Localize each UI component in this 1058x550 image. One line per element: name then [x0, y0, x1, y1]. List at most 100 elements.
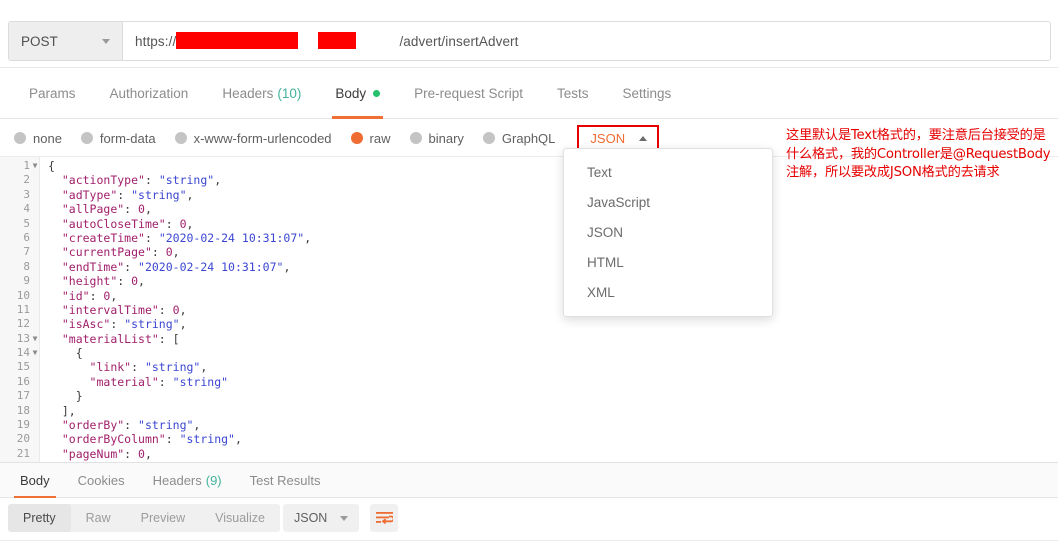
- fold-arrow-icon[interactable]: ▼: [30, 159, 40, 173]
- response-view-pretty[interactable]: Pretty: [8, 504, 71, 532]
- line-number: 14: [16, 346, 30, 360]
- http-method-select[interactable]: POST: [9, 22, 123, 60]
- body-type-radio-binary[interactable]: binary: [409, 131, 464, 146]
- raw-format-dropdown-menu[interactable]: Text JavaScript JSON HTML XML: [563, 148, 773, 317]
- line-number: 2: [23, 173, 30, 187]
- response-body-area: [0, 540, 1058, 550]
- code-text: {: [48, 159, 55, 173]
- code-line: 17 }: [0, 389, 1058, 403]
- code-text: "intervalTime": 0,: [61, 302, 187, 317]
- code-line: 15 "link": "string",: [0, 360, 1058, 374]
- request-tab-body[interactable]: Body: [318, 68, 397, 119]
- fold-arrow-icon[interactable]: ▼: [30, 346, 40, 360]
- code-text: ],: [61, 403, 76, 418]
- line-number: 7: [23, 245, 30, 259]
- code-line: 6 "createTime": "2020-02-24 10:31:07",: [0, 231, 1058, 245]
- request-tab-tests[interactable]: Tests: [540, 68, 606, 119]
- code-text: "pageNum": 0,: [61, 446, 152, 461]
- response-tab-headers[interactable]: Headers (9): [139, 463, 236, 498]
- response-view-visualize[interactable]: Visualize: [200, 504, 280, 532]
- wrap-lines-button[interactable]: [370, 504, 398, 532]
- code-text: "createTime": "2020-02-24 10:31:07",: [61, 230, 312, 245]
- body-type-radio-graphql[interactable]: GraphQL: [482, 131, 555, 146]
- body-type-label: none: [33, 130, 62, 146]
- code-line: 20 "orderByColumn": "string",: [0, 432, 1058, 446]
- request-tab-label: Authorization: [109, 86, 189, 101]
- format-option-json[interactable]: JSON: [564, 217, 772, 247]
- code-line: 12 "isAsc": "string",: [0, 317, 1058, 331]
- code-text: "actionType": "string",: [61, 173, 222, 188]
- request-tab-params[interactable]: Params: [12, 68, 93, 119]
- code-text: "allPage": 0,: [61, 202, 152, 217]
- chevron-down-icon: [102, 38, 110, 44]
- code-text: }: [75, 389, 83, 404]
- body-type-radio-x-www-form-urlencoded[interactable]: x-www-form-urlencoded: [174, 131, 332, 146]
- format-option-text[interactable]: Text: [564, 157, 772, 187]
- response-tab-cookies[interactable]: Cookies: [64, 463, 139, 498]
- code-text: "currentPage": 0,: [61, 245, 180, 260]
- line-number: 20: [16, 432, 30, 446]
- format-option-javascript[interactable]: JavaScript: [564, 187, 772, 217]
- code-line: 13 ▼ "materialList": [: [0, 332, 1058, 346]
- body-type-label: raw: [369, 130, 391, 146]
- response-view-raw[interactable]: Raw: [71, 504, 126, 532]
- response-view-preview[interactable]: Preview: [126, 504, 200, 532]
- response-controls: PrettyRawPreviewVisualize JSON https://b…: [0, 498, 1058, 540]
- url-input[interactable]: https://dAAAAAAAAAAAAAAAAAm:AAAAA/advert…: [123, 22, 1050, 60]
- body-modified-dot-icon: [373, 90, 381, 97]
- code-line: 9 "height": 0,: [0, 274, 1058, 288]
- response-view-mode-group: Pretty Raw Preview Visualize: [8, 504, 280, 532]
- editor-code[interactable]: 1 ▼{2 "actionType": "string", 3 "adType": …: [0, 159, 1058, 462]
- response-tab-label: Body: [20, 473, 50, 488]
- request-body-editor[interactable]: 1 ▼{2 "actionType": "string", 3 "adType": …: [0, 157, 1058, 462]
- line-number: 15: [16, 360, 30, 374]
- request-tab-pre-request-script[interactable]: Pre-request Script: [397, 68, 540, 119]
- request-tab-authorization[interactable]: Authorization: [93, 68, 206, 119]
- radio-icon: [409, 132, 422, 144]
- code-line: 10 "id": 0,: [0, 289, 1058, 303]
- body-type-radio-raw[interactable]: raw: [350, 130, 391, 146]
- request-tab-bar: Params Authorization Headers (10) Body Pre-re…: [0, 68, 1058, 119]
- response-tab-test-results[interactable]: Test Results: [236, 463, 335, 498]
- body-type-radio-form-data[interactable]: form-data: [80, 131, 156, 146]
- line-number: 17: [16, 389, 30, 403]
- body-type-radio-none[interactable]: none: [14, 131, 62, 146]
- line-number: 5: [23, 216, 30, 230]
- code-text: "isAsc": "string",: [61, 317, 187, 332]
- code-text: "id": 0,: [61, 288, 118, 303]
- code-text: "height": 0,: [61, 274, 145, 289]
- format-option-xml[interactable]: XML: [564, 277, 772, 307]
- response-tab-body[interactable]: Body: [6, 463, 64, 498]
- url-redaction-host: [176, 32, 298, 49]
- code-line: 5 "autoCloseTime": 0,: [0, 217, 1058, 231]
- format-option-html[interactable]: HTML: [564, 247, 772, 277]
- response-format-label: JSON: [294, 511, 328, 525]
- line-number: 10: [16, 288, 30, 302]
- radio-icon: [174, 132, 187, 144]
- request-tab-headers[interactable]: Headers (10): [205, 68, 318, 119]
- code-line: 19 "orderBy": "string",: [0, 418, 1058, 432]
- code-text: "orderBy": "string",: [61, 418, 201, 433]
- postman-window: POST https://dAAAAAAAAAAAAAAAAAm:AAAAA/a…: [0, 0, 1058, 550]
- code-line: 16 "material": "string": [0, 375, 1058, 389]
- code-line: 21 "pageNum": 0,: [0, 447, 1058, 461]
- fold-arrow-icon[interactable]: ▼: [30, 332, 40, 346]
- response-tab-count: (9): [205, 473, 222, 488]
- code-line: 8 "endTime": "2020-02-24 10:31:07",: [0, 260, 1058, 274]
- line-number: 13: [16, 331, 30, 345]
- request-tab-settings[interactable]: Settings: [605, 68, 688, 119]
- response-format-select[interactable]: JSON: [283, 504, 360, 532]
- line-number: 6: [23, 230, 30, 244]
- request-tab-label: Tests: [556, 86, 589, 101]
